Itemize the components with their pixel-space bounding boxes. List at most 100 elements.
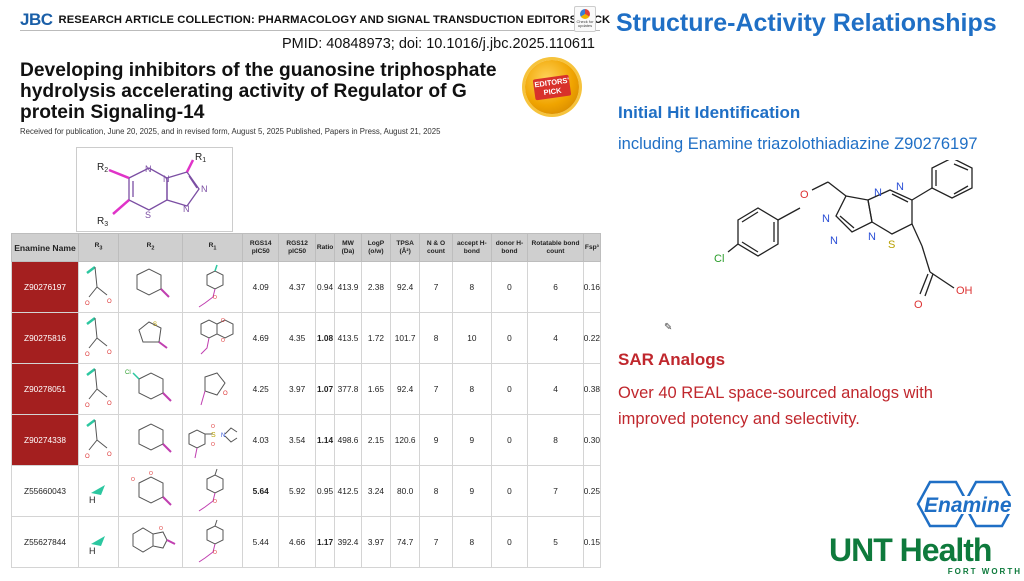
col-ratio: Ratio bbox=[314, 233, 336, 262]
rgs12-value: 3.54 bbox=[278, 414, 316, 466]
ratio-value: 1.08 bbox=[314, 312, 336, 364]
donor-value: 0 bbox=[490, 465, 529, 517]
article-panel: JBC RESEARCH ARTICLE COLLECTION: PHARMAC… bbox=[0, 0, 610, 581]
jbc-logo: JBC bbox=[20, 9, 53, 29]
enamine-logo: Enamine bbox=[916, 478, 1024, 534]
hit-molecule-structure: O N N N N N S Cl OH O bbox=[700, 160, 1000, 330]
sar-table: Enamine Name R3 R2 R1 RGS14 pIC50 RGS12 … bbox=[11, 233, 602, 568]
r3-structure: OO bbox=[78, 414, 119, 466]
editors-pick-label: EDITORS' PICK bbox=[532, 74, 572, 100]
svg-text:O: O bbox=[159, 526, 163, 532]
mw-value: 377.8 bbox=[334, 363, 362, 415]
col-rgs14: RGS14 pIC50 bbox=[241, 233, 280, 262]
compound-name: Z90275816 bbox=[11, 312, 79, 364]
molecule-cl-label: Cl bbox=[714, 253, 724, 265]
col-tpsa: TPSA (Å²) bbox=[390, 233, 421, 262]
mw-value: 498.6 bbox=[334, 414, 362, 466]
accept-value: 10 bbox=[451, 312, 492, 364]
no-count-value: 7 bbox=[419, 363, 453, 415]
compound-name: Z90276197 bbox=[11, 261, 79, 313]
slide-title: Structure-Activity Relationships bbox=[616, 9, 997, 37]
svg-text:Cl: Cl bbox=[125, 370, 131, 376]
tpsa-value: 74.7 bbox=[390, 516, 421, 568]
table-row: Z90274338 OO SOON 4.03 3.54 1.14 498.6 2… bbox=[11, 414, 602, 466]
fsp3-value: 0.25 bbox=[582, 465, 602, 517]
scaffold-r1-label: R1 bbox=[195, 152, 206, 164]
journal-header: JBC RESEARCH ARTICLE COLLECTION: PHARMAC… bbox=[20, 6, 610, 32]
compound-name: Z55660043 bbox=[11, 465, 79, 517]
r3-structure: H bbox=[78, 516, 119, 568]
r2-structure: Cl bbox=[118, 363, 183, 415]
scaffold-r3-label: R3 bbox=[97, 216, 108, 228]
article-title: Developing inhibitors of the guanosine t… bbox=[20, 60, 497, 123]
check-updates-badge[interactable]: Check for updates bbox=[574, 6, 596, 32]
hit-molecule-drawing: O N N N N N S Cl OH O bbox=[714, 160, 973, 311]
svg-text:O: O bbox=[85, 403, 90, 409]
hit-description: including Enamine triazolothiadiazine Z9… bbox=[618, 135, 978, 154]
pencil-icon: ✎ bbox=[664, 322, 673, 333]
molecule-n-label-3: N bbox=[874, 187, 882, 199]
collection-title: RESEARCH ARTICLE COLLECTION: PHARMACOLOG… bbox=[58, 13, 611, 26]
r2-structure: S bbox=[118, 312, 183, 364]
svg-text:O: O bbox=[213, 499, 217, 505]
molecule-n-label-2: N bbox=[830, 235, 838, 247]
hit-compound-name: Enamine triazolothiadiazine Z90276197 bbox=[687, 135, 978, 153]
donor-value: 0 bbox=[490, 312, 529, 364]
ratio-value: 1.07 bbox=[314, 363, 336, 415]
donor-value: 0 bbox=[490, 363, 529, 415]
donor-value: 0 bbox=[490, 414, 529, 466]
molecule-s-label: S bbox=[888, 239, 895, 251]
svg-text:O: O bbox=[213, 550, 217, 556]
col-logp: LogP (o/w) bbox=[360, 233, 392, 262]
table-row: Z55660043 H OO O 5.64 5.92 0.95 412.5 3.… bbox=[11, 465, 602, 517]
molecule-n-label-5: N bbox=[868, 231, 876, 243]
svg-text:O: O bbox=[107, 452, 112, 458]
tpsa-value: 92.4 bbox=[390, 363, 421, 415]
received-dates: Received for publication, June 20, 2025,… bbox=[20, 127, 441, 136]
svg-text:O: O bbox=[107, 401, 112, 407]
mw-value: 392.4 bbox=[334, 516, 362, 568]
fsp3-value: 0.30 bbox=[582, 414, 602, 466]
ratio-value: 1.14 bbox=[314, 414, 336, 466]
scaffold-n-label-2: N bbox=[163, 174, 170, 184]
unt-health-logo: UNT Health FORT WORTH bbox=[829, 534, 1024, 581]
accept-value: 9 bbox=[451, 465, 492, 517]
ratio-value: 0.95 bbox=[314, 465, 336, 517]
scaffold-structure: N N S N N R1 R2 R3 bbox=[76, 147, 233, 232]
rgs14-value: 4.09 bbox=[241, 261, 280, 313]
tpsa-value: 80.0 bbox=[390, 465, 421, 517]
tpsa-value: 120.6 bbox=[390, 414, 421, 466]
r1-structure: OO bbox=[182, 312, 243, 364]
logp-value: 2.15 bbox=[360, 414, 392, 466]
sar-analogs-heading: SAR Analogs bbox=[618, 350, 726, 369]
r3-structure: OO bbox=[78, 312, 119, 364]
table-row: Z90275816 OO S OO 4.69 4.35 1.08 413.5 1… bbox=[11, 312, 602, 364]
scaffold-n-label: N bbox=[145, 164, 152, 174]
rgs14-value: 5.64 bbox=[241, 465, 280, 517]
r1-structure: O bbox=[182, 516, 243, 568]
table-row: Z90278051 OO Cl O 4.25 3.97 1.07 377.8 1… bbox=[11, 363, 602, 415]
scaffold-drawing: N N S N N R1 R2 R3 bbox=[97, 152, 208, 228]
r3-structure: OO bbox=[78, 261, 119, 313]
mw-value: 413.5 bbox=[334, 312, 362, 364]
accept-value: 8 bbox=[451, 363, 492, 415]
svg-text:O: O bbox=[107, 299, 112, 305]
scaffold-r2-label: R2 bbox=[97, 162, 108, 174]
col-no-count: N & O count bbox=[419, 233, 453, 262]
molecule-o-label: O bbox=[800, 189, 809, 201]
ratio-value: 1.17 bbox=[314, 516, 336, 568]
r2-structure bbox=[118, 414, 183, 466]
rotatable-value: 4 bbox=[527, 363, 584, 415]
scaffold-s-label: S bbox=[145, 210, 151, 220]
svg-text:S: S bbox=[153, 322, 157, 328]
r1-structure: SO ON bbox=[182, 414, 243, 466]
rotatable-value: 8 bbox=[527, 414, 584, 466]
svg-text:O: O bbox=[149, 471, 153, 477]
tpsa-value: 92.4 bbox=[390, 261, 421, 313]
r1-structure: O bbox=[182, 261, 243, 313]
fsp3-value: 0.38 bbox=[582, 363, 602, 415]
col-fsp3: Fsp³ bbox=[582, 233, 602, 262]
compound-name: Z55627844 bbox=[11, 516, 79, 568]
compound-name: Z90278051 bbox=[11, 363, 79, 415]
accept-value: 8 bbox=[451, 516, 492, 568]
